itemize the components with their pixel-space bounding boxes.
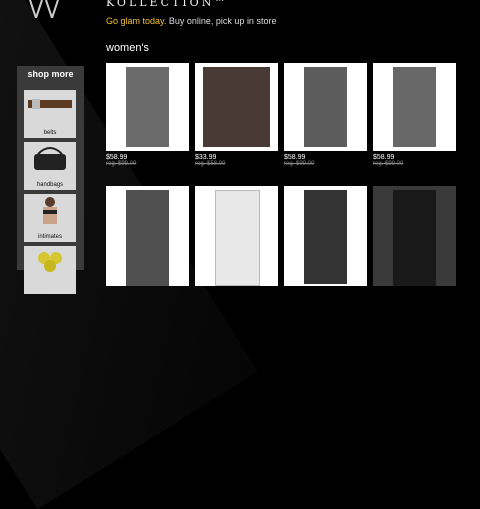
product-price: $58.99 <box>284 154 306 161</box>
sidebar-item-label: belts <box>43 130 57 136</box>
sidebar-item-belts[interactable]: belts <box>24 90 76 138</box>
product-card[interactable]: $58.99 reg. $99.00 <box>106 63 189 167</box>
product-price: $58.99 <box>373 154 395 161</box>
product-image[interactable] <box>106 186 189 286</box>
brand-name: KOLLECTION™ <box>106 0 229 9</box>
tagline-rest: Buy online, pick up in store <box>168 16 277 26</box>
product-image[interactable] <box>284 186 367 286</box>
product-card[interactable]: $33.99 reg. $58.00 <box>195 63 278 167</box>
product-grid: $58.99 reg. $99.00 $33.99 reg. $58.00 $5… <box>106 63 456 286</box>
product-image[interactable] <box>373 63 456 151</box>
product-card[interactable] <box>284 186 367 286</box>
product-image[interactable] <box>373 186 456 286</box>
page-title: women's <box>106 42 150 54</box>
product-card[interactable] <box>373 186 456 286</box>
product-image[interactable] <box>195 63 278 151</box>
product-image[interactable] <box>106 63 189 151</box>
product-image[interactable] <box>195 186 278 286</box>
product-price: $58.99 <box>106 154 128 161</box>
product-price: $33.99 <box>195 154 217 161</box>
product-card[interactable] <box>106 186 189 286</box>
handbag-icon <box>34 147 66 170</box>
tagline: Go glam today. Buy online, pick up in st… <box>106 16 276 26</box>
product-card[interactable]: $58.99 reg. $99.00 <box>373 63 456 167</box>
jewelry-icon <box>38 252 62 272</box>
product-reg-price: reg. $99.00 <box>284 161 315 167</box>
sidebar-item-label: intimates <box>37 234 62 240</box>
sidebar-title: shop more <box>27 69 74 79</box>
sidebar-item-label: handbags <box>36 182 64 188</box>
product-image[interactable] <box>284 63 367 151</box>
sidebar-item-intimates[interactable]: intimates <box>24 194 76 242</box>
tagline-accent: Go glam today. <box>106 16 167 26</box>
product-card[interactable]: $58.99 reg. $99.00 <box>284 63 367 167</box>
sidebar-item-handbags[interactable]: handbags <box>24 142 76 190</box>
product-card[interactable] <box>195 186 278 286</box>
product-reg-price: reg. $58.00 <box>195 161 226 167</box>
belt-icon <box>28 99 72 109</box>
sidebar-item-jewelry[interactable] <box>24 246 76 294</box>
product-reg-price: reg. $99.00 <box>373 161 404 167</box>
intimates-icon <box>43 197 57 224</box>
logo-icon <box>29 0 59 18</box>
product-reg-price: reg. $99.00 <box>106 161 137 167</box>
